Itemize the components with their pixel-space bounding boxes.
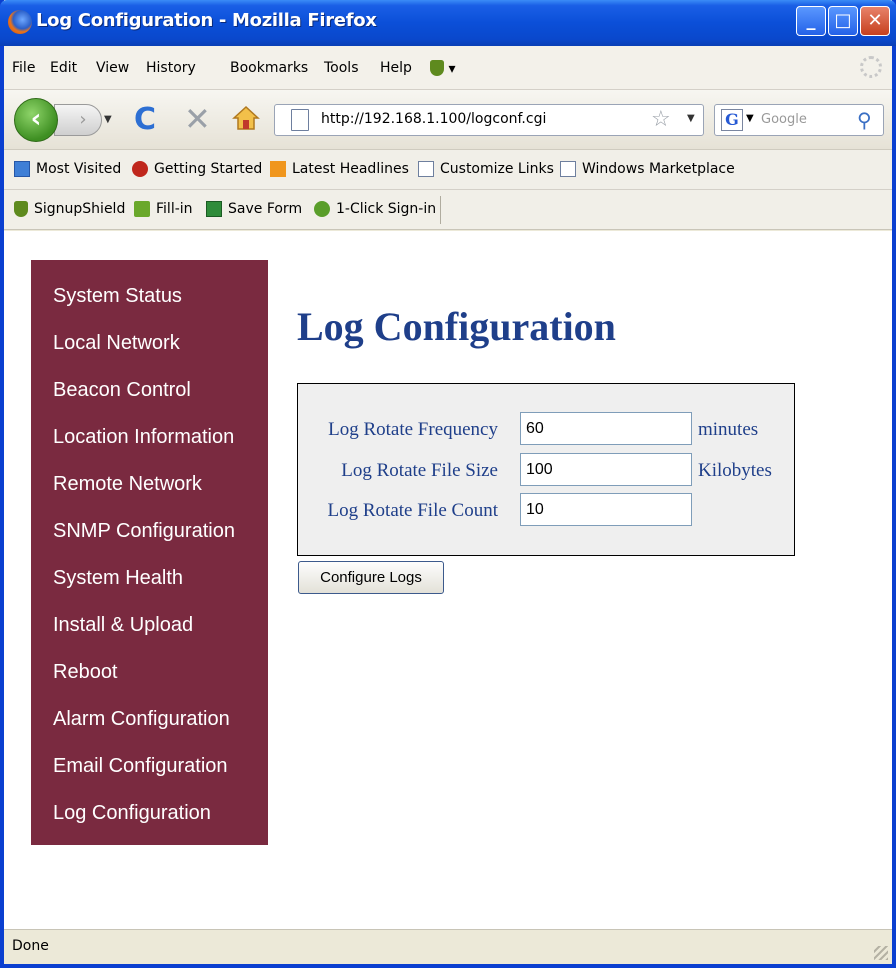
status-bar: Done <box>4 929 892 964</box>
addon-label: 1-Click Sign-in <box>336 201 437 217</box>
rotate-file-count-input[interactable]: 10 <box>520 493 692 526</box>
bookmark-label: Getting Started <box>154 161 263 177</box>
bookmark-star-icon[interactable]: ☆ <box>651 107 671 132</box>
bookmark-label: Latest Headlines <box>292 161 409 177</box>
url-dropdown-icon[interactable]: ▼ <box>687 113 695 124</box>
addon-fill-in[interactable]: Fill-in <box>134 201 193 217</box>
browser-window: Log Configuration - Mozilla Firefox _ □ … <box>0 0 896 968</box>
rotate-file-count-label: Log Rotate File Count <box>327 500 498 521</box>
sidebar-item-alarm-configuration[interactable]: Alarm Configuration <box>31 705 268 752</box>
bookmark-getting-started[interactable]: Getting Started <box>132 161 262 177</box>
sidebar-item-beacon-control[interactable]: Beacon Control <box>31 376 268 423</box>
rotate-frequency-label: Log Rotate Frequency <box>328 419 498 440</box>
forward-button[interactable]: › <box>54 104 102 136</box>
sidebar-item-install-upload[interactable]: Install & Upload <box>31 611 268 658</box>
addon-label: Fill-in <box>156 201 193 217</box>
fill-in-icon <box>134 201 150 217</box>
page-icon <box>418 161 434 177</box>
addon-label: SignupShield <box>34 201 126 217</box>
rotate-file-size-unit: Kilobytes <box>698 460 772 481</box>
firefox-red-icon <box>132 161 148 177</box>
sidebar: System Status Local Network Beacon Contr… <box>31 260 268 845</box>
bookmark-label: Customize Links <box>440 161 554 177</box>
rss-feed-icon <box>270 161 286 177</box>
addon-signupshield[interactable]: SignupShield <box>14 201 125 217</box>
menu-bookmarks[interactable]: Bookmarks <box>230 60 308 76</box>
rotate-file-size-label: Log Rotate File Size <box>341 460 498 481</box>
sidebar-item-snmp-configuration[interactable]: SNMP Configuration <box>31 517 268 564</box>
activity-throbber-icon <box>860 56 882 78</box>
menu-file[interactable]: File <box>12 60 35 76</box>
engine-dropdown-icon[interactable]: ▼ <box>746 113 754 124</box>
bookmark-latest-headlines[interactable]: Latest Headlines <box>270 161 409 177</box>
shield-icon <box>14 201 28 217</box>
page-icon <box>560 161 576 177</box>
history-dropdown-icon[interactable]: ▼ <box>104 114 112 125</box>
addon-toolbar: SignupShield Fill-in Save Form 1-Click S… <box>4 190 892 230</box>
navigation-toolbar: › ‹ ▼ C ✕ http://192.168.1.100/logconf.c… <box>4 90 892 150</box>
bookmark-customize-links[interactable]: Customize Links <box>418 161 554 177</box>
sidebar-item-location-information[interactable]: Location Information <box>31 423 268 470</box>
most-visited-icon <box>14 161 30 177</box>
bookmark-windows-marketplace[interactable]: Windows Marketplace <box>560 161 735 177</box>
sidebar-item-remote-network[interactable]: Remote Network <box>31 470 268 517</box>
toolbar-separator <box>440 196 441 224</box>
menu-edit[interactable]: Edit <box>50 60 77 76</box>
one-click-icon <box>314 201 330 217</box>
close-button[interactable]: ✕ <box>860 6 890 36</box>
title-bar: Log Configuration - Mozilla Firefox _ □ … <box>0 0 896 46</box>
bookmark-most-visited[interactable]: Most Visited <box>14 161 121 177</box>
configure-logs-button[interactable]: Configure Logs <box>298 561 444 594</box>
page-content: System Status Local Network Beacon Contr… <box>4 231 892 929</box>
menu-history[interactable]: History <box>146 60 196 76</box>
url-bar[interactable]: http://192.168.1.100/logconf.cgi ☆ ▼ <box>274 104 704 136</box>
sidebar-item-email-configuration[interactable]: Email Configuration <box>31 752 268 799</box>
page-icon <box>291 109 309 131</box>
menu-bar: File Edit View History Bookmarks Tools H… <box>4 46 892 90</box>
bookmarks-toolbar: Most Visited Getting Started Latest Head… <box>4 150 892 190</box>
menu-tools[interactable]: Tools <box>324 60 359 76</box>
addon-save-form[interactable]: Save Form <box>206 201 302 217</box>
save-form-icon <box>206 201 222 217</box>
sidebar-item-reboot[interactable]: Reboot <box>31 658 268 705</box>
home-icon[interactable] <box>232 104 260 132</box>
reload-icon[interactable]: C <box>134 102 156 137</box>
sidebar-item-system-status[interactable]: System Status <box>31 282 268 329</box>
sidebar-item-log-configuration[interactable]: Log Configuration <box>31 799 268 846</box>
resize-grip-icon[interactable] <box>874 946 888 960</box>
shield-menu-icon[interactable]: ▾ <box>430 60 455 77</box>
log-config-form: Log Rotate Frequency 60 minutes Log Rota… <box>297 383 795 556</box>
status-text: Done <box>12 938 49 954</box>
menu-help[interactable]: Help <box>380 60 412 76</box>
google-engine-icon[interactable]: G <box>721 109 743 131</box>
firefox-logo-icon <box>8 10 32 34</box>
url-text[interactable]: http://192.168.1.100/logconf.cgi <box>321 111 546 127</box>
search-bar[interactable]: G ▼ Google ⚲ <box>714 104 884 136</box>
stop-icon[interactable]: ✕ <box>184 100 211 138</box>
minimize-button[interactable]: _ <box>796 6 826 36</box>
bookmark-label: Windows Marketplace <box>582 161 735 177</box>
window-title: Log Configuration - Mozilla Firefox <box>36 10 377 31</box>
menu-view[interactable]: View <box>96 60 129 76</box>
rotate-frequency-input[interactable]: 60 <box>520 412 692 445</box>
bookmark-label: Most Visited <box>36 161 122 177</box>
addon-label: Save Form <box>228 201 303 217</box>
maximize-button[interactable]: □ <box>828 6 858 36</box>
sidebar-item-system-health[interactable]: System Health <box>31 564 268 611</box>
search-icon[interactable]: ⚲ <box>857 108 872 132</box>
sidebar-item-local-network[interactable]: Local Network <box>31 329 268 376</box>
search-input[interactable]: Google <box>761 112 807 127</box>
rotate-file-size-input[interactable]: 100 <box>520 453 692 486</box>
rotate-frequency-unit: minutes <box>698 419 759 440</box>
addon-one-click-sign-in[interactable]: 1-Click Sign-in <box>314 201 436 217</box>
page-title: Log Configuration <box>297 304 616 349</box>
back-button[interactable]: ‹ <box>14 98 58 142</box>
